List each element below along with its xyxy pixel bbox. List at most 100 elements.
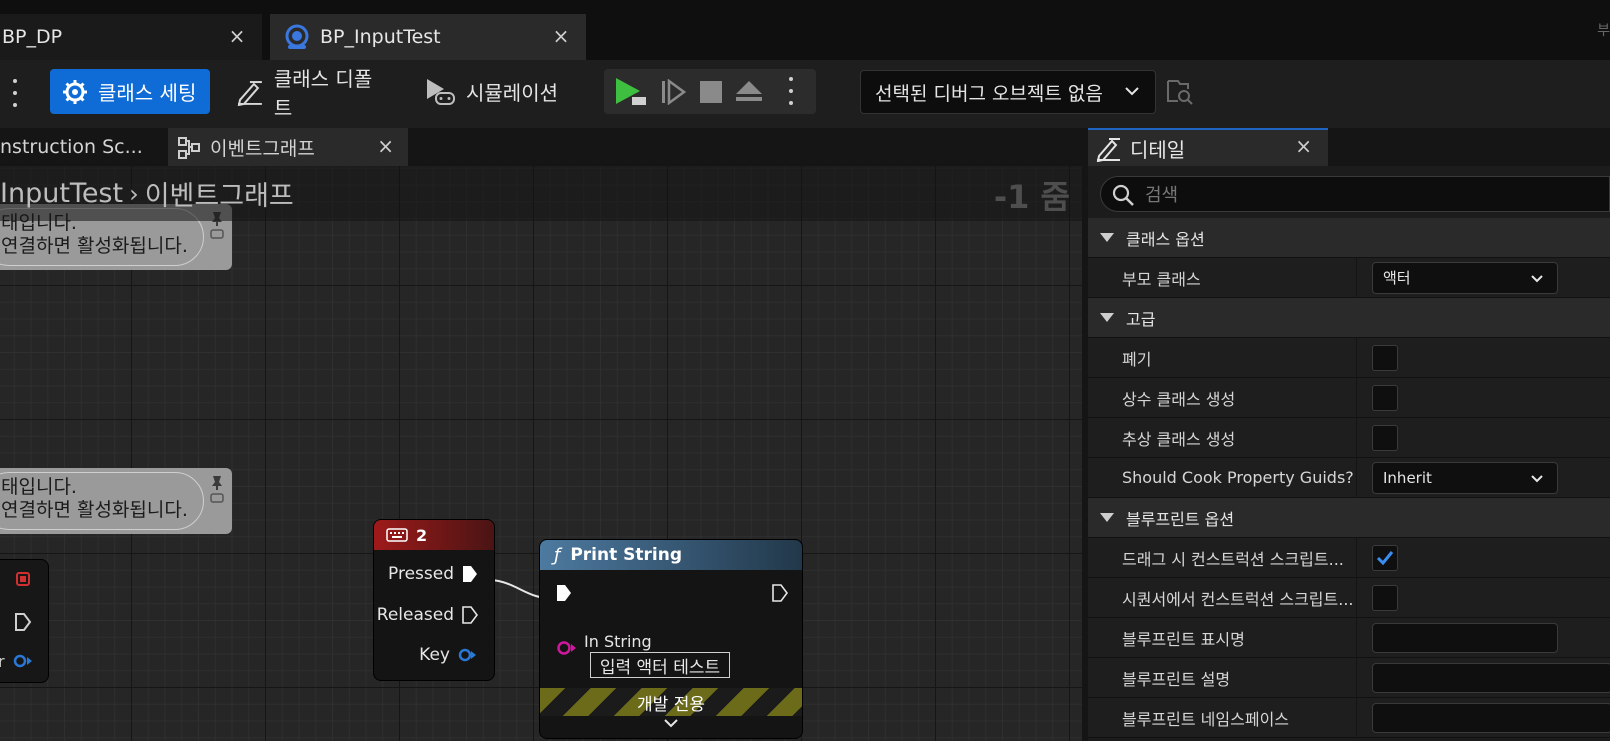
prop-abstract-class: 추상 클래스 생성	[1088, 418, 1610, 458]
in-string-label: In String	[584, 632, 652, 651]
prop-label: 부모 클래스	[1122, 269, 1201, 289]
section-class-options[interactable]: 클래스 옵션	[1088, 218, 1610, 258]
dropdown-value: Inherit	[1383, 468, 1432, 487]
tab-label: BP_InputTest	[320, 26, 441, 48]
event-graph-canvas[interactable]: 태입니다. 연결하면 활성화됩니다. InputTest › 이벤트그래프 -1…	[0, 166, 1082, 741]
class-settings-button[interactable]: 클래스 세팅	[50, 69, 210, 114]
node-header: 2	[374, 520, 494, 550]
section-label: 클래스 옵션	[1126, 229, 1205, 249]
exec-in-pin-icon[interactable]	[556, 584, 572, 602]
key-pin[interactable]: Key	[419, 645, 478, 665]
prop-label: 시퀀서에서 컨스트럭션 스크립트...	[1122, 589, 1354, 609]
prop-label: 추상 클래스 생성	[1122, 429, 1236, 449]
deprecate-checkbox[interactable]	[1372, 344, 1398, 371]
exec-pin-icon	[462, 606, 478, 624]
display-name-input[interactable]	[1372, 622, 1558, 653]
graph-icon	[178, 137, 200, 159]
namespace-input[interactable]	[1372, 702, 1610, 733]
section-label: 블루프린트 옵션	[1126, 509, 1235, 529]
resume-icon[interactable]	[660, 79, 686, 105]
print-string-node[interactable]: ƒ Print String In String 입력 액터 테스트 개발 전용	[540, 540, 802, 738]
released-pin[interactable]: Released	[377, 605, 478, 625]
section-label: 고급	[1126, 309, 1156, 329]
chevron-down-icon	[1531, 274, 1543, 282]
sequencer-construction-checkbox[interactable]	[1372, 584, 1398, 611]
details-panel: 검색 클래스 옵션 부모 클래스 액터 고급 폐기 상수 클래스 생성 추상 클…	[1088, 166, 1610, 741]
edit-details-icon	[1096, 138, 1120, 162]
close-tab-icon[interactable]: ×	[1295, 134, 1312, 158]
tab-label: nstruction Sc...	[0, 136, 143, 158]
keyboard-icon	[386, 528, 408, 542]
prop-label: 블루프린트 네임스페이스	[1122, 709, 1290, 729]
play-options-icon[interactable]	[786, 77, 796, 105]
search-placeholder: 검색	[1145, 185, 1179, 206]
drag-construction-checkbox[interactable]	[1372, 544, 1398, 571]
tab-label: BP_DP	[2, 26, 63, 48]
abstract-class-checkbox[interactable]	[1372, 424, 1398, 451]
node-title: 2	[416, 525, 428, 545]
debug-object-value: 선택된 디버그 오브젝트 없음	[875, 82, 1103, 105]
exec-out-pin-icon[interactable]	[772, 584, 788, 602]
development-only-banner: 개발 전용	[540, 688, 802, 716]
stop-icon[interactable]	[700, 81, 722, 103]
play-icon[interactable]	[614, 77, 648, 107]
class-settings-label: 클래스 세팅	[98, 81, 197, 105]
tab-construction-script[interactable]: nstruction Sc...	[0, 128, 160, 166]
cook-guids-dropdown[interactable]: Inherit	[1372, 461, 1558, 494]
tab-label: 디테일	[1130, 137, 1186, 162]
class-defaults-label: 클래스 디폴트	[273, 66, 373, 120]
chevron-down-icon	[1125, 87, 1139, 96]
section-blueprint-options[interactable]: 블루프린트 옵션	[1088, 498, 1610, 538]
string-pin-icon[interactable]	[556, 640, 578, 656]
toolbar-menu-icon[interactable]	[10, 79, 20, 107]
edit-defaults-icon	[237, 80, 262, 106]
parent-class-dropdown[interactable]: 액터	[1372, 261, 1558, 294]
details-search-input[interactable]: 검색	[1100, 176, 1610, 212]
document-tab-bar: BP_DP × BP_InputTest × 부	[0, 0, 1610, 60]
close-tab-icon[interactable]: ×	[226, 24, 248, 48]
tab-label: 이벤트그래프	[210, 137, 315, 160]
tab-bp-inputtest[interactable]: BP_InputTest ×	[270, 14, 586, 60]
tab-bp-dp[interactable]: BP_DP ×	[0, 14, 262, 60]
prop-label: 폐기	[1122, 349, 1152, 369]
pin-label: Key	[419, 645, 450, 665]
struct-pin-icon	[458, 648, 476, 662]
gear-icon	[63, 79, 87, 104]
toolbar: 클래스 세팅 클래스 디폴트 시뮬레이션 선택된 디버그 오브젝트 없음	[0, 60, 1610, 128]
eject-icon[interactable]	[736, 81, 762, 103]
pressed-pin[interactable]: Pressed	[388, 564, 478, 584]
dropdown-value: 액터	[1383, 269, 1411, 287]
close-tab-icon[interactable]: ×	[550, 24, 572, 48]
prop-label: 드래그 시 컨스트럭션 스크립트...	[1122, 549, 1344, 569]
section-advanced[interactable]: 고급	[1088, 298, 1610, 338]
collapse-arrow-icon	[1100, 513, 1114, 522]
debug-object-select[interactable]: 선택된 디버그 오브젝트 없음	[860, 70, 1156, 114]
keyboard-event-node[interactable]: 2 Pressed Released Key	[374, 520, 494, 680]
prop-const-class: 상수 클래스 생성	[1088, 378, 1610, 418]
pin-label: Released	[376, 605, 454, 625]
tab-details[interactable]: 디테일 ×	[1088, 128, 1328, 166]
in-string-input[interactable]: 입력 액터 테스트	[590, 652, 730, 678]
const-class-checkbox[interactable]	[1372, 384, 1398, 411]
blueprint-actor-icon	[285, 24, 309, 49]
prop-blueprint-display-name: 블루프린트 표시명	[1088, 618, 1610, 658]
prop-blueprint-namespace: 블루프린트 네임스페이스	[1088, 698, 1610, 738]
simulate-play-icon	[427, 78, 455, 105]
prop-label: 블루프린트 설명	[1122, 669, 1231, 689]
tab-event-graph[interactable]: 이벤트그래프 ×	[168, 128, 408, 166]
chevron-down-icon[interactable]	[662, 716, 680, 732]
class-defaults-button[interactable]: 클래스 디폴트	[224, 67, 402, 120]
node-header: ƒ Print String	[540, 540, 802, 570]
window-corner-label: 부	[1597, 23, 1610, 39]
collapse-arrow-icon	[1100, 233, 1114, 242]
search-icon	[1112, 184, 1134, 206]
close-tab-icon[interactable]: ×	[377, 134, 394, 158]
find-debug-object-icon[interactable]	[1166, 77, 1194, 107]
prop-label: 상수 클래스 생성	[1122, 389, 1236, 409]
prop-cook-property-guids: Should Cook Property Guids? Inherit	[1088, 458, 1610, 498]
simulation-button[interactable]: 시뮬레이션	[412, 69, 572, 114]
pin-label: Pressed	[388, 564, 454, 584]
prop-label: Should Cook Property Guids?	[1122, 468, 1354, 487]
description-input[interactable]	[1372, 662, 1610, 693]
prop-label: 블루프린트 표시명	[1122, 629, 1245, 649]
